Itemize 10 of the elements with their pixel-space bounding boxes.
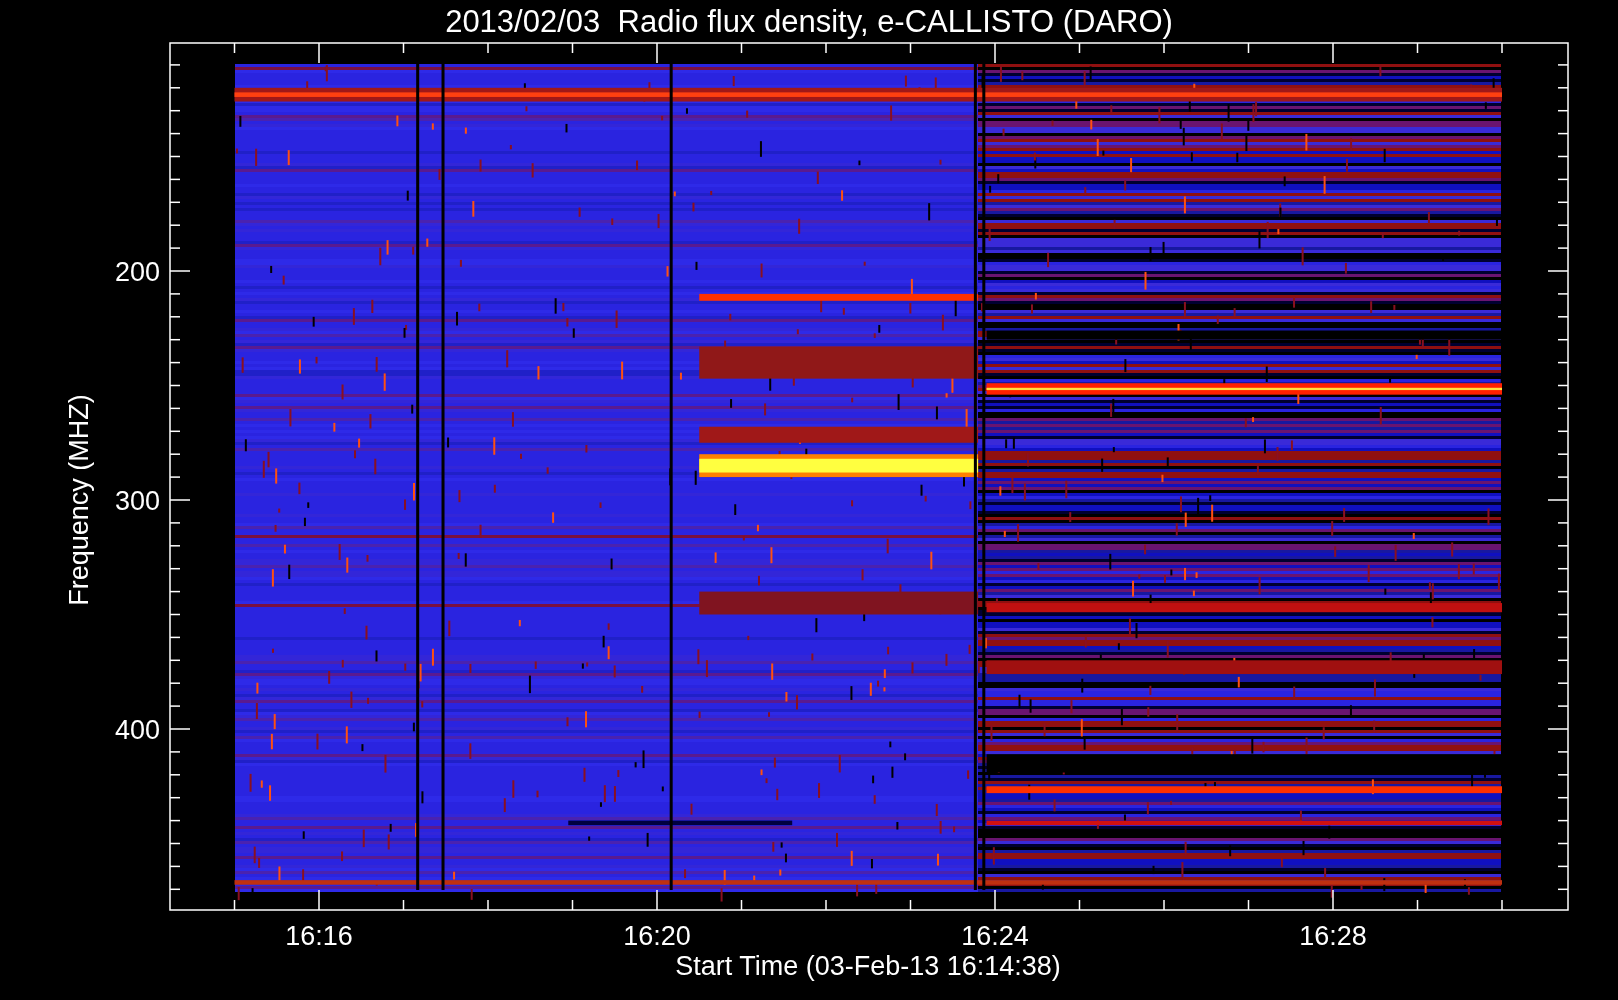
chart-title: 2013/02/03 Radio flux density, e-CALLISTO (DARO) xyxy=(445,5,1173,37)
y-tick-label: 400 xyxy=(114,715,160,745)
y-axis-label: Frequency (MHZ) xyxy=(64,394,94,606)
x-tick-label: 16:28 xyxy=(1299,921,1367,951)
x-tick-label: 16:16 xyxy=(285,921,353,951)
x-axis-label: Start Time (03-Feb-13 16:14:38) xyxy=(675,951,1061,981)
x-tick-label: 16:24 xyxy=(961,921,1029,951)
y-tick-label: 200 xyxy=(114,257,160,287)
x-tick-label: 16:20 xyxy=(623,921,691,951)
y-tick-label: 300 xyxy=(114,486,160,516)
